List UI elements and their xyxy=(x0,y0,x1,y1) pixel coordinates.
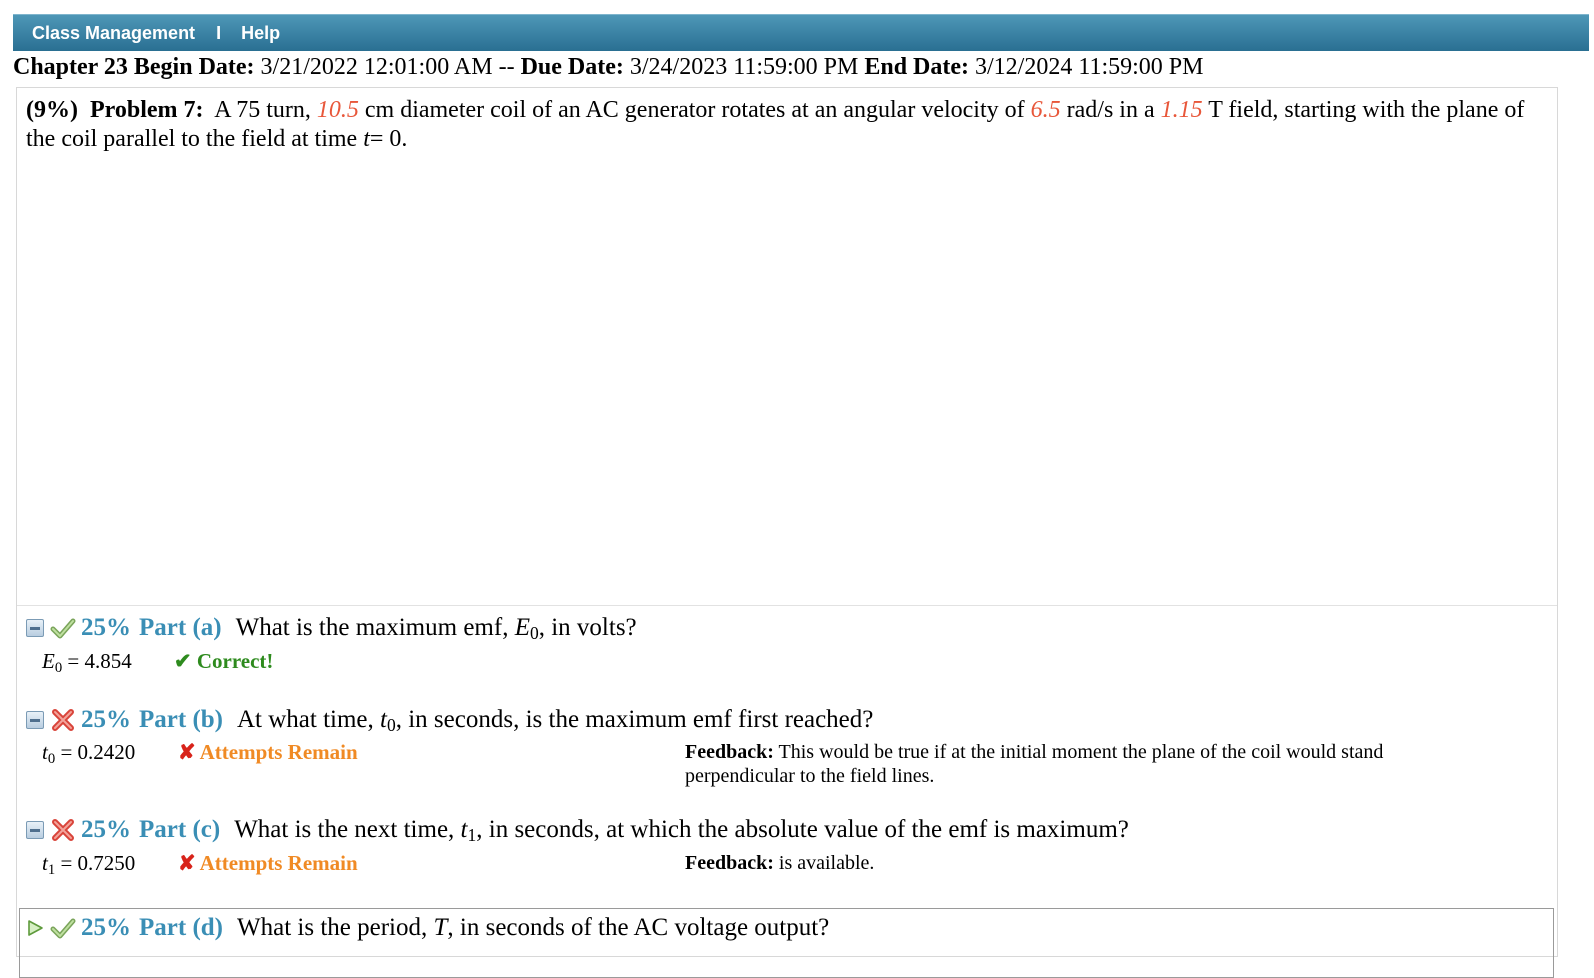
question-variable: t xyxy=(460,816,468,843)
problem-text-segment: cm diameter coil of an AC generator rota… xyxy=(364,97,1025,123)
assignment-dates: Chapter 23 Begin Date: 3/21/2022 12:01:0… xyxy=(13,52,1203,84)
part-c-label[interactable]: Part (c) xyxy=(139,816,220,844)
part-b-header: 25% Part (b) At what time, t0, in second… xyxy=(26,705,873,735)
part-d-label[interactable]: Part (d) xyxy=(139,914,223,942)
class-management-link[interactable]: Class Management xyxy=(32,23,195,44)
begin-date-label: Begin Date: xyxy=(133,54,255,80)
problem-text-segment: rad/s in a xyxy=(1066,97,1155,123)
question-text: , in volts? xyxy=(538,614,637,641)
question-text: What is the period, xyxy=(237,914,428,941)
answer-value: = 0.2420 xyxy=(60,740,136,764)
begin-date-value: 3/21/2022 12:01:00 AM xyxy=(260,54,493,80)
part-a-answer: E0 = 4.854 xyxy=(42,649,132,676)
attempts-x-icon: ✘ xyxy=(178,851,196,875)
wrong-x-icon xyxy=(52,819,74,841)
part-d-header: 25% Part (d) What is the period, T, in s… xyxy=(26,913,829,943)
question-text: , in seconds of the AC voltage output? xyxy=(447,914,830,941)
answer-variable-subscript: 0 xyxy=(47,751,56,767)
part-d-question: What is the period, T, in seconds of the… xyxy=(237,914,829,942)
question-variable-subscript: 0 xyxy=(529,623,539,643)
answer-value: = 0.7250 xyxy=(60,851,136,875)
feedback-text: is available. xyxy=(778,852,875,874)
problem-statement: (9%) Problem 7: A 75 turn, 10.5 cm diame… xyxy=(26,96,1536,154)
wrong-x-icon xyxy=(52,709,74,731)
check-icon xyxy=(50,918,76,939)
question-variable: t xyxy=(380,706,387,733)
diameter-value: 10.5 xyxy=(316,97,359,123)
part-a-weight: 25% xyxy=(81,614,131,641)
question-variable-subscript: 0 xyxy=(386,715,396,735)
part-a-question: What is the maximum emf, E0, in volts? xyxy=(236,614,637,642)
question-text: , in seconds, is the maximum emf first r… xyxy=(395,706,874,733)
answer-variable-subscript: 1 xyxy=(47,862,56,878)
collapse-icon[interactable] xyxy=(26,821,44,839)
part-b-weight: 25% xyxy=(81,706,131,733)
part-c-question: What is the next time, t1, in seconds, a… xyxy=(234,816,1129,844)
collapse-icon[interactable] xyxy=(26,619,44,637)
attempts-remain-text: Attempts Remain xyxy=(199,740,358,764)
attempts-remain-text: Attempts Remain xyxy=(199,851,358,875)
question-variable: E xyxy=(514,614,530,641)
part-c-weight: 25% xyxy=(81,816,131,843)
end-date-value: 3/12/2024 11:59:00 PM xyxy=(975,54,1204,80)
chapter-label: Chapter 23 xyxy=(13,54,128,80)
part-c-header: 25% Part (c) What is the next time, t1, … xyxy=(26,815,1129,845)
feedback-label: Feedback: xyxy=(685,852,774,874)
check-icon xyxy=(50,618,76,639)
part-b-question: At what time, t0, in seconds, is the max… xyxy=(237,706,873,734)
parts-divider xyxy=(17,605,1557,606)
problem-weight: (9%) xyxy=(26,97,78,123)
question-variable: T xyxy=(433,914,448,941)
feedback-text: This would be true if at the initial mom… xyxy=(685,741,1384,787)
part-b-status: ✘ Attempts Remain xyxy=(178,740,358,765)
answer-variable-subscript: 0 xyxy=(54,660,63,676)
expand-arrow-icon[interactable] xyxy=(26,919,44,937)
collapse-icon[interactable] xyxy=(26,711,44,729)
time-variable: t xyxy=(363,126,370,152)
due-date-label: Due Date: xyxy=(520,54,624,80)
part-d-weight: 25% xyxy=(81,914,131,941)
answer-variable: E xyxy=(42,649,55,673)
window-top-strip xyxy=(0,0,1594,10)
top-navbar: Class Management I Help xyxy=(13,14,1589,51)
dates-dash: -- xyxy=(498,54,515,80)
problem-text-segment: A 75 turn, xyxy=(214,97,311,123)
answer-value: = 4.854 xyxy=(67,649,132,673)
angular-velocity-value: 6.5 xyxy=(1030,97,1061,123)
question-text: What is the next time, xyxy=(234,816,455,843)
help-link[interactable]: Help xyxy=(241,23,280,44)
part-b-answer: t0 = 0.2420 xyxy=(42,740,136,767)
end-date-label: End Date: xyxy=(864,54,970,80)
part-a-status: ✔ Correct! xyxy=(174,649,274,673)
part-b-feedback: Feedback: This would be true if at the i… xyxy=(685,740,1465,788)
due-date-value: 3/24/2023 11:59:00 PM xyxy=(629,54,859,80)
question-text: At what time, xyxy=(237,706,374,733)
feedback-label: Feedback: xyxy=(685,741,774,763)
problem-text-segment: = 0. xyxy=(369,126,408,152)
part-a-label[interactable]: Part (a) xyxy=(139,614,222,642)
attempts-x-icon: ✘ xyxy=(178,740,196,764)
part-c-status: ✘ Attempts Remain xyxy=(178,851,358,876)
question-variable-subscript: 1 xyxy=(467,825,477,845)
question-text: What is the maximum emf, xyxy=(235,614,509,641)
field-value: 1.15 xyxy=(1160,97,1203,123)
part-c-feedback: Feedback: is available. xyxy=(685,851,1465,875)
part-a-header: 25% Part (a) What is the maximum emf, E0… xyxy=(26,613,637,643)
problem-label: Problem 7: xyxy=(89,97,204,123)
part-c-answer: t1 = 0.7250 xyxy=(42,851,136,878)
nav-separator: I xyxy=(216,22,222,43)
part-b-label[interactable]: Part (b) xyxy=(139,706,223,734)
question-text: , in seconds, at which the absolute valu… xyxy=(476,816,1129,843)
